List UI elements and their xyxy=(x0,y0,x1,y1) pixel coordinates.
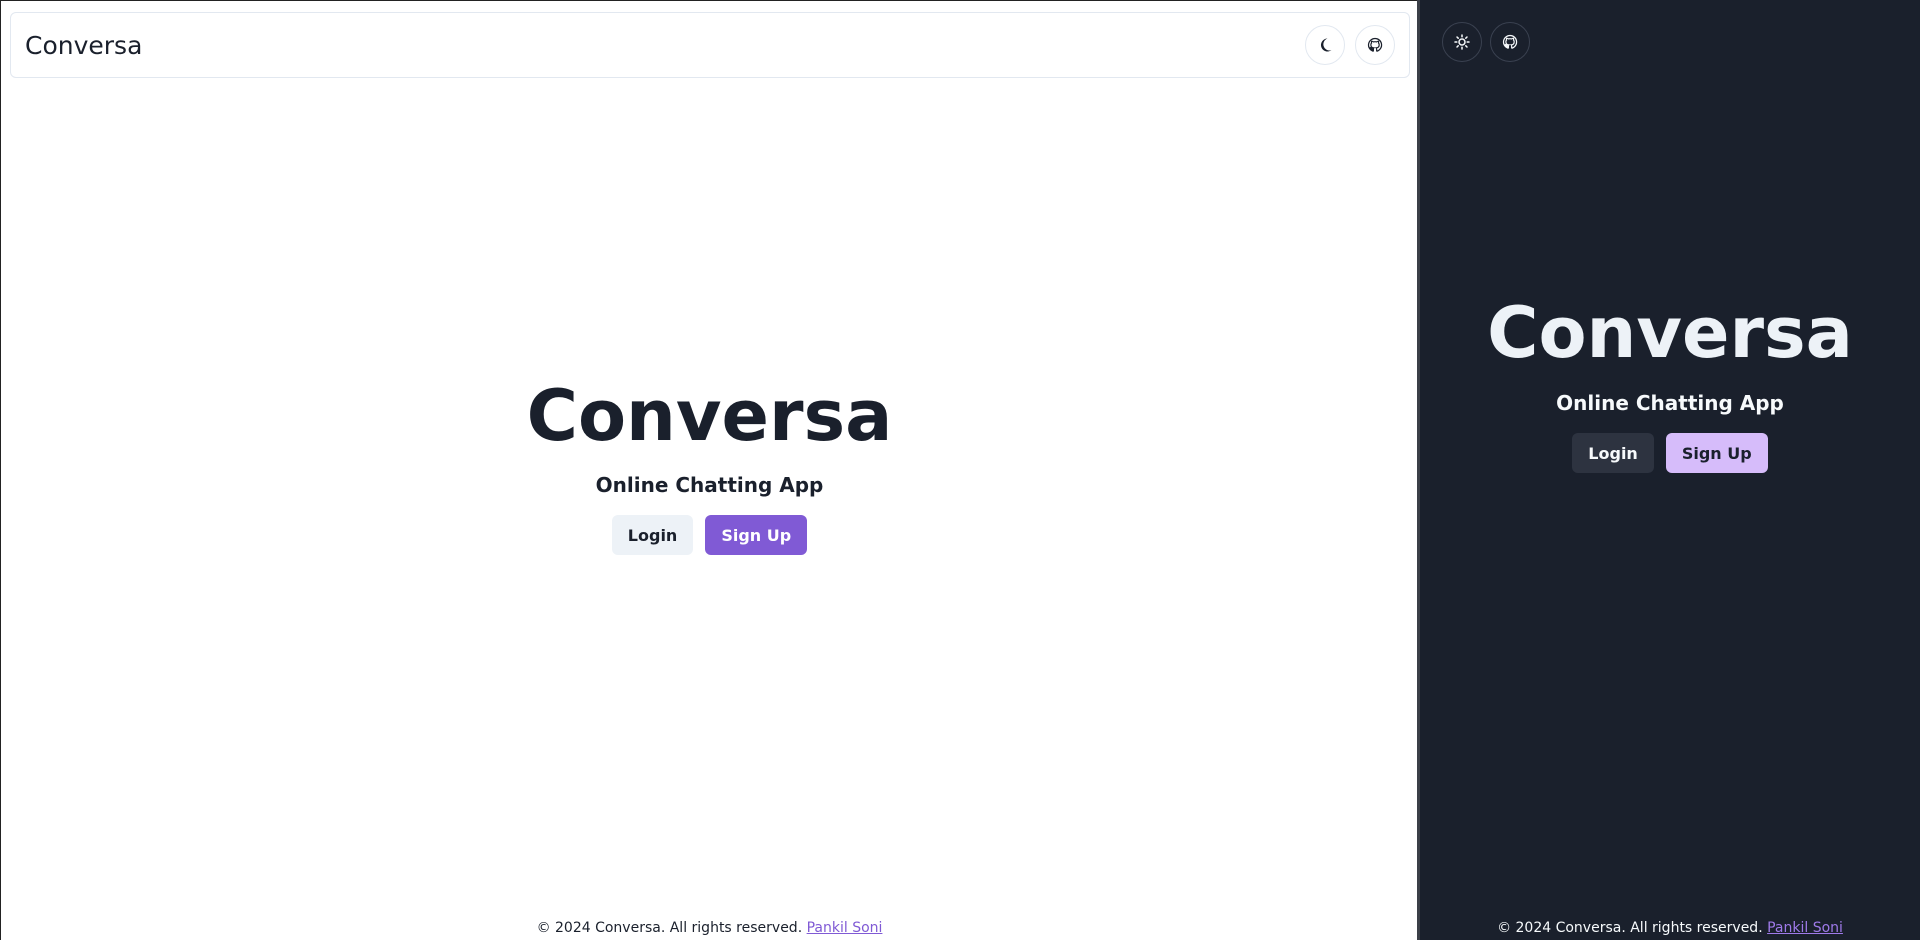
hero-title: Conversa xyxy=(526,375,893,457)
navbar: Conversa xyxy=(10,12,1410,78)
github-icon xyxy=(1502,34,1518,50)
hero-section: Conversa Online Chatting App Login Sign … xyxy=(1,381,1418,555)
dark-mode-view: Conversa Online Chatting App Login Sign … xyxy=(1420,0,1920,940)
moon-icon xyxy=(1317,37,1333,53)
footer-dark: © 2024 Conversa. All rights reserved. Pa… xyxy=(1420,920,1920,936)
github-button-dark[interactable] xyxy=(1490,22,1530,62)
nav-actions xyxy=(1305,25,1395,65)
copyright-text: © 2024 Conversa. All rights reserved. xyxy=(536,920,803,936)
theme-toggle-button-dark[interactable] xyxy=(1442,22,1482,62)
author-link[interactable]: Pankil Soni xyxy=(807,920,883,936)
light-mode-view: Conversa Conversa Online Chatting App Lo… xyxy=(0,0,1417,940)
sun-icon xyxy=(1454,34,1470,50)
hero-buttons: Login Sign Up xyxy=(611,515,808,555)
dark-toolbar xyxy=(1442,22,1530,62)
brand-logo[interactable]: Conversa xyxy=(25,31,142,60)
signup-button-dark[interactable]: Sign Up xyxy=(1665,433,1768,473)
copyright-text-dark: © 2024 Conversa. All rights reserved. xyxy=(1497,920,1763,936)
hero-buttons-dark: Login Sign Up xyxy=(1572,433,1768,473)
signup-button[interactable]: Sign Up xyxy=(705,515,808,555)
hero-subtitle-dark: Online Chatting App xyxy=(1556,391,1784,415)
author-link-dark[interactable]: Pankil Soni xyxy=(1767,920,1843,936)
hero-section-dark: Conversa Online Chatting App Login Sign … xyxy=(1420,298,1920,473)
login-button-dark[interactable]: Login xyxy=(1572,433,1654,473)
footer: © 2024 Conversa. All rights reserved. Pa… xyxy=(1,920,1418,936)
github-icon xyxy=(1367,37,1383,53)
theme-toggle-button[interactable] xyxy=(1305,25,1345,65)
github-button[interactable] xyxy=(1355,25,1395,65)
hero-subtitle: Online Chatting App xyxy=(595,473,824,497)
hero-title-dark: Conversa xyxy=(1487,292,1853,374)
login-button[interactable]: Login xyxy=(611,515,694,555)
